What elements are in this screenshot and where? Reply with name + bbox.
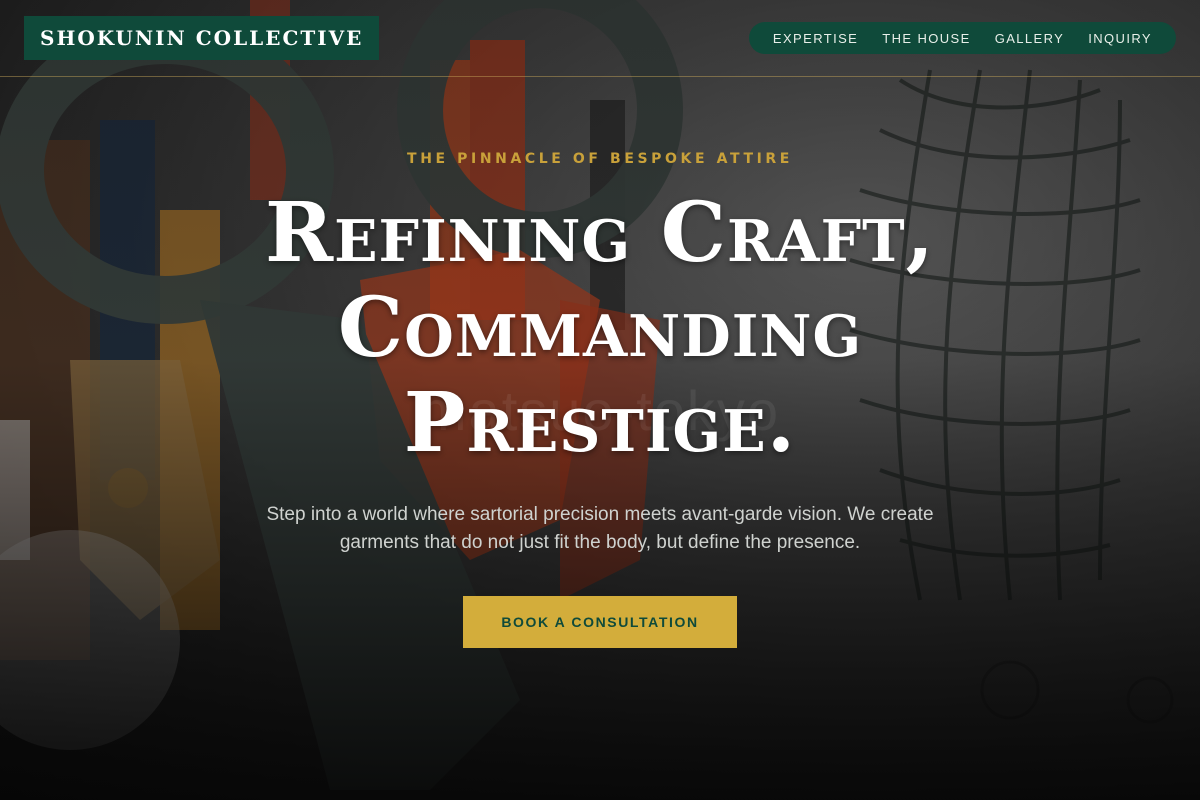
headline-line: Refining Craft, — [264, 185, 936, 281]
hero-section: matsuo-tokyo SHOKUNIN COLLECTIVE EXPERTI… — [0, 0, 1200, 800]
nav-link-expertise[interactable]: EXPERTISE — [761, 31, 870, 46]
nav-link-gallery[interactable]: GALLERY — [983, 31, 1077, 46]
hero-eyebrow: THE PINNACLE OF BESPOKE ATTIRE — [407, 151, 793, 167]
brand-logo[interactable]: SHOKUNIN COLLECTIVE — [24, 16, 380, 60]
main-nav: EXPERTISE THE HOUSE GALLERY INQUIRY — [748, 22, 1176, 54]
site-header: SHOKUNIN COLLECTIVE EXPERTISE THE HOUSE … — [0, 0, 1200, 77]
nav-link-the-house[interactable]: THE HOUSE — [870, 31, 982, 46]
headline-line: Prestige. — [403, 375, 797, 471]
hero-description: Step into a world where sartorial precis… — [266, 504, 934, 553]
nav-link-inquiry[interactable]: INQUIRY — [1076, 31, 1164, 46]
headline-line: Commanding — [337, 280, 863, 376]
book-consultation-button[interactable]: BOOK A CONSULTATION — [463, 596, 737, 648]
hero-headline: Refining Craft, Commanding Prestige. — [0, 186, 1200, 471]
